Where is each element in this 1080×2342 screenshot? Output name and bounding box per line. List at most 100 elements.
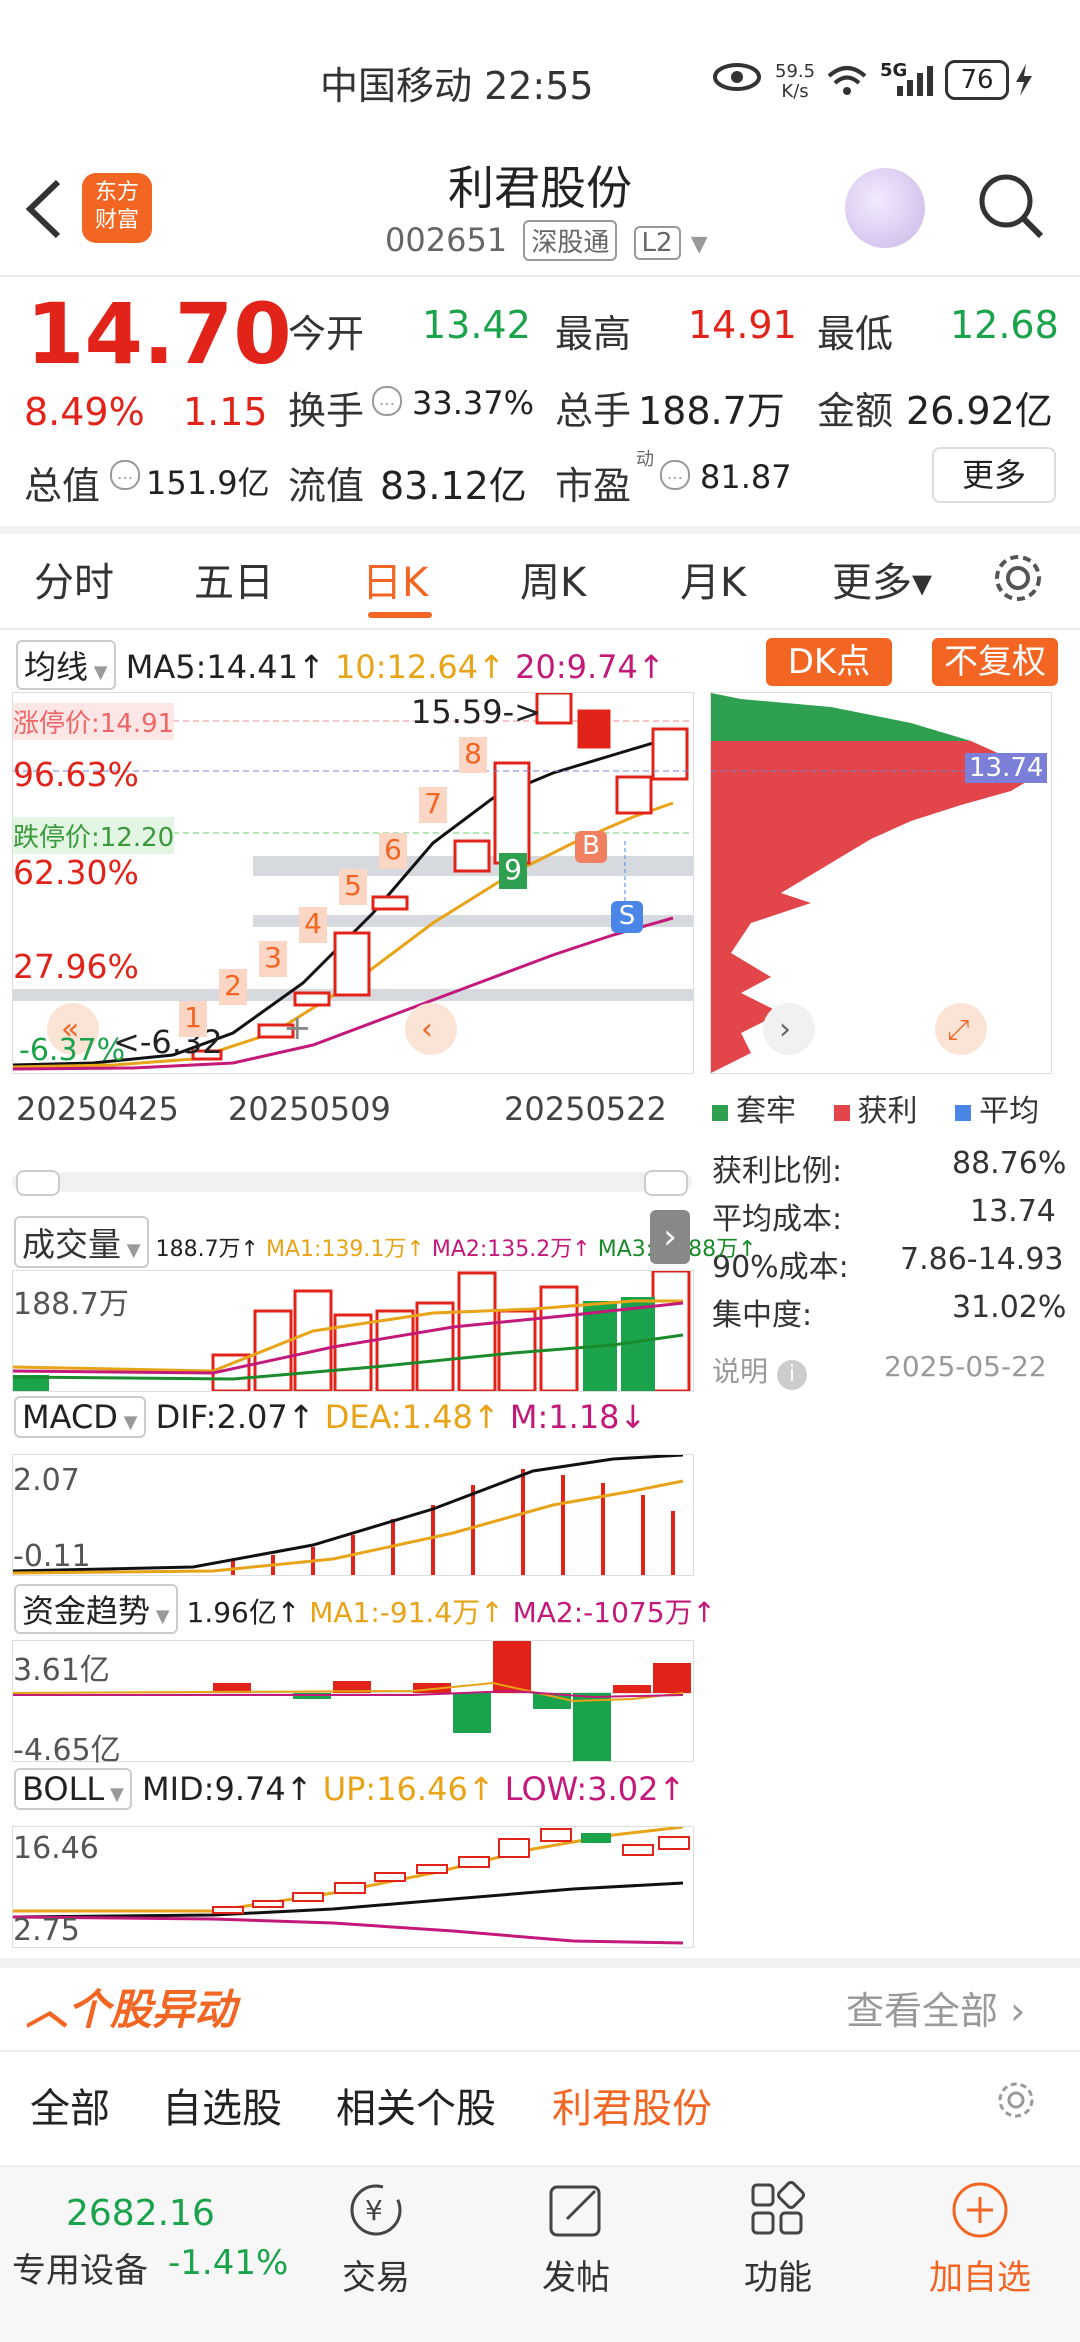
chevron-down-icon[interactable]: ▼ xyxy=(691,232,708,257)
tab-intraday[interactable]: 分时 xyxy=(34,550,114,608)
tab-more[interactable]: 更多▾ xyxy=(832,550,932,608)
sector-name[interactable]: 专用设备 xyxy=(12,2243,148,2292)
settings-gear-icon[interactable] xyxy=(994,2078,1038,2122)
tab-underline xyxy=(368,612,432,618)
candle xyxy=(333,931,371,997)
info-icon[interactable]: … xyxy=(660,460,690,490)
tab-monthly-k[interactable]: 月K xyxy=(680,550,746,608)
nav-trade[interactable]: ¥ 交易 xyxy=(306,2179,446,2299)
fund-y-min: -4.65亿 xyxy=(13,1733,121,1768)
more-button[interactable]: 更多 xyxy=(932,447,1056,503)
nav-function[interactable]: 功能 xyxy=(708,2179,848,2299)
marker: 5 xyxy=(339,869,367,905)
nav-add-watchlist[interactable]: 加自选 xyxy=(910,2179,1050,2299)
nav-add-label: 加自选 xyxy=(929,2258,1031,2298)
adjust-button[interactable]: 不复权 xyxy=(932,638,1058,686)
info-icon[interactable]: … xyxy=(372,386,402,416)
stock-alert-header[interactable]: ︿个股异动 xyxy=(26,1976,236,2037)
marker: 8 xyxy=(459,737,487,773)
svg-text:⤢: ⤢ xyxy=(947,1013,969,1046)
fund-trend-chart: 3.61亿 -4.65亿 xyxy=(12,1640,694,1768)
stock-connect-tag: 深股通 xyxy=(523,220,618,261)
macd-y-min: -0.11 xyxy=(13,1539,91,1574)
nav-post-label: 发帖 xyxy=(542,2258,610,2298)
stock-code-row: 002651 深股通 L2 ▼ xyxy=(385,220,708,261)
yen-exchange-icon: ¥ xyxy=(350,2184,402,2236)
tab-daily-k[interactable]: 日K xyxy=(362,550,428,608)
macd-label: MACD xyxy=(22,1398,118,1436)
net-speed-value: 59.5 xyxy=(775,61,816,82)
profit-ratio-value: 88.76% xyxy=(952,1146,1067,1181)
date-label: 20250509 xyxy=(228,1090,391,1128)
boll-low-line xyxy=(12,1915,684,1945)
scroll-handle-left[interactable] xyxy=(16,1170,60,1196)
robot-avatar-icon[interactable] xyxy=(845,168,925,248)
tab-five-day[interactable]: 五日 xyxy=(194,550,274,608)
net-speed-unit: K/s xyxy=(781,81,809,102)
expand-right-icon[interactable]: › xyxy=(650,1210,690,1264)
macd-y-max: 2.07 xyxy=(13,1463,80,1498)
open-value: 13.42 xyxy=(422,303,531,347)
buy-signal[interactable]: B xyxy=(575,831,607,863)
divider xyxy=(0,275,1080,277)
pe-label: 市盈 xyxy=(555,464,632,508)
limit-up-label: 涨停价:14.91 xyxy=(13,703,175,740)
boll-legend: BOLL ▼ MID:9.74↑ UP:16.46↑ LOW:3.02↑ xyxy=(14,1768,685,1810)
volume-label: 成交量 xyxy=(22,1225,121,1264)
scroll-handle-right[interactable] xyxy=(644,1170,688,1196)
nav-function-label: 功能 xyxy=(744,2258,812,2298)
divider xyxy=(0,628,1080,630)
boll-dropdown[interactable]: BOLL ▼ xyxy=(14,1768,132,1810)
boll-low: LOW:3.02↑ xyxy=(504,1770,686,1808)
macd-dea: DEA:1.48↑ xyxy=(324,1398,500,1436)
fund-dropdown[interactable]: 资金趋势 ▼ xyxy=(14,1584,178,1634)
crosshair-icon[interactable]: + xyxy=(283,1008,312,1048)
search-icon[interactable] xyxy=(975,170,1047,242)
info-icon[interactable]: i xyxy=(776,1360,807,1390)
dk-point-button[interactable]: DK点 xyxy=(766,638,892,686)
ma-legend: 均线 ▼ MA5:14.41↑ 10:12.64↑ 20:9.74↑ xyxy=(16,640,665,690)
volume-value: 188.7万↑ xyxy=(155,1237,259,1262)
open-label: 今开 xyxy=(288,312,365,356)
news-tab-related[interactable]: 相关个股 xyxy=(336,2076,496,2134)
news-tab-all[interactable]: 全部 xyxy=(30,2076,110,2134)
cost90-value: 7.86-14.93 xyxy=(900,1242,1064,1277)
info-icon[interactable]: … xyxy=(110,460,140,490)
turnover-value: 33.37% xyxy=(412,384,535,422)
volume-dropdown[interactable]: 成交量 ▼ xyxy=(14,1216,149,1268)
concentration-label: 集中度: xyxy=(712,1298,813,1333)
boll-up: UP:16.46↑ xyxy=(322,1770,495,1808)
note-row[interactable]: 说明 i xyxy=(712,1350,807,1390)
note-label: 说明 xyxy=(712,1355,769,1388)
view-all-label: 查看全部 xyxy=(846,1989,999,2033)
level-tag: L2 xyxy=(633,226,681,260)
sell-signal[interactable]: S xyxy=(611,901,643,933)
volume-ma2: MA2:135.2万↑ xyxy=(431,1237,591,1262)
ma-type-dropdown[interactable]: 均线 ▼ xyxy=(16,640,116,690)
volume-legend: 成交量 ▼ 188.7万↑ MA1:139.1万↑ MA2:135.2万↑ MA… xyxy=(14,1216,757,1268)
boll-label: BOLL xyxy=(22,1770,105,1808)
macd-m: M:1.18↓ xyxy=(509,1398,647,1436)
macd-dif-line xyxy=(12,1453,684,1573)
chip-date: 2025-05-22 xyxy=(884,1350,1047,1383)
tab-weekly-k[interactable]: 周K xyxy=(520,550,586,608)
kline-chart[interactable]: « ‹ + 涨停价:14.91 跌停价:12.20 96.63% 62.30% … xyxy=(12,691,694,1074)
settings-gear-icon[interactable] xyxy=(990,550,1046,606)
chevron-right-icon: › xyxy=(998,1989,1026,2033)
macd-dropdown[interactable]: MACD ▼ xyxy=(14,1396,146,1438)
news-tab-watchlist[interactable]: 自选股 xyxy=(162,2076,282,2134)
index-value[interactable]: 2682.16 xyxy=(66,2193,215,2234)
divider xyxy=(0,526,1080,534)
legend-trapped: 套牢 xyxy=(736,1094,796,1129)
nav-post[interactable]: 发帖 xyxy=(506,2179,646,2299)
range-scrollbar[interactable] xyxy=(12,1170,692,1196)
chip-distribution-chart: › ⤢ 13.74 xyxy=(710,692,1052,1074)
amount-label: 金额 xyxy=(817,389,894,433)
boll-chart: 16.46 2.75 xyxy=(12,1825,694,1948)
view-all-link[interactable]: 查看全部 › xyxy=(846,1980,1025,2035)
max-annotation: 15.59-> xyxy=(411,693,541,731)
low-label: 最低 xyxy=(817,312,894,356)
macd-legend: MACD ▼ DIF:2.07↑ DEA:1.48↑ M:1.18↓ xyxy=(14,1396,646,1438)
news-tab-stock[interactable]: 利君股份 xyxy=(552,2076,712,2134)
fund-label: 资金趋势 xyxy=(22,1592,151,1630)
